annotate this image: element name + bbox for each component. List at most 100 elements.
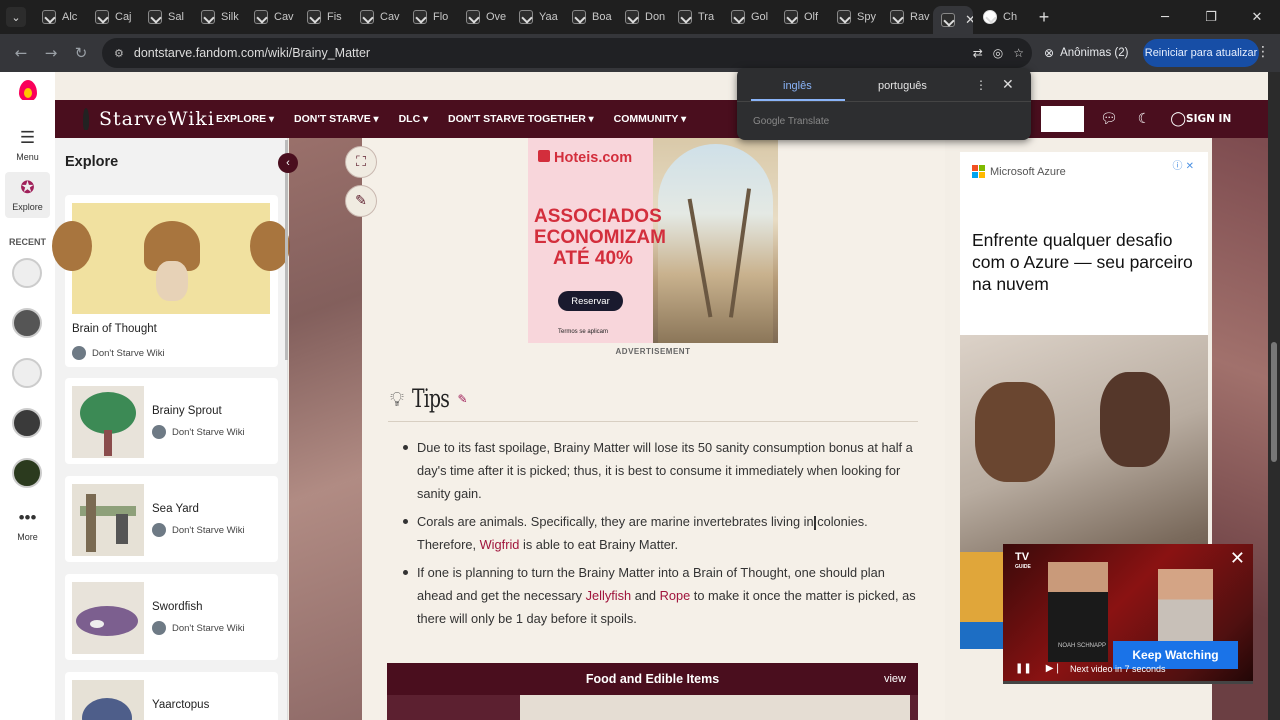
browser-tab[interactable]: Ove — [456, 3, 509, 31]
browser-tab[interactable]: Caj — [85, 3, 138, 31]
tab-target-language[interactable]: português — [878, 80, 927, 92]
video-player[interactable]: TV GUIDE ✕ NOAH SCHNAPP Keep Watching ❚❚ … — [1003, 544, 1253, 684]
ad-info-icon[interactable]: ⓘ ✕ — [1172, 157, 1194, 172]
incognito-profile[interactable]: ⊗ Anônimas (2) — [1044, 41, 1128, 65]
recent-wiki-icon[interactable] — [12, 258, 42, 288]
browser-tab[interactable]: Silk — [191, 3, 244, 31]
tab-favicon-icon — [837, 10, 851, 24]
collapse-panel-button[interactable]: ‹ — [278, 153, 298, 173]
discussions-icon[interactable]: 💬︎ — [1100, 111, 1118, 127]
browser-tab[interactable]: Rav — [880, 3, 933, 31]
explore-scrollbar[interactable] — [285, 140, 288, 360]
browser-tab[interactable]: Sal — [138, 3, 191, 31]
wigfrid-link[interactable]: Wigfrid — [480, 537, 520, 552]
tab-favicon-icon — [941, 13, 955, 27]
page-background-art — [289, 138, 362, 720]
nav-dont-starve[interactable]: DON'T STARVE — [294, 113, 379, 125]
rope-link[interactable]: Rope — [660, 588, 691, 603]
nav-dlc[interactable]: DLC — [399, 113, 428, 125]
edit-section-icon[interactable]: ✎ — [458, 392, 468, 406]
fullscreen-button[interactable]: ⛶ — [345, 146, 377, 178]
tab-source-language[interactable]: inglês — [783, 80, 812, 92]
browser-tab[interactable]: Boa — [562, 3, 615, 31]
recent-wiki-icon[interactable] — [12, 358, 42, 388]
reload-icon[interactable]: ↻ — [66, 44, 96, 62]
tab-label: Fis — [327, 11, 342, 23]
browser-menu-icon[interactable]: ⋮ — [1256, 44, 1270, 60]
scrollbar-thumb[interactable] — [1271, 342, 1277, 462]
explore-button[interactable]: ✪ Explore — [5, 172, 50, 218]
wiki-logo[interactable]: StarveWiki — [55, 100, 214, 138]
translate-options-icon[interactable]: ⋮ — [975, 78, 987, 92]
browser-tab[interactable]: Fis — [297, 3, 350, 31]
yaarctopus-body — [82, 698, 132, 720]
recent-wiki-icon[interactable] — [12, 308, 42, 338]
translate-icon[interactable]: ⇄ — [973, 46, 983, 60]
edit-button[interactable]: ✎ — [345, 185, 377, 217]
browser-tab[interactable]: Alc — [32, 3, 85, 31]
browser-tab[interactable]: Ch — [973, 3, 1026, 31]
tips-heading-text: Tips — [412, 384, 450, 413]
navbox-view-link[interactable]: view — [884, 673, 906, 685]
tab-favicon-icon — [413, 10, 427, 24]
close-window-button[interactable]: ✕ — [1234, 0, 1280, 34]
pause-icon[interactable]: ❚❚ — [1015, 663, 1032, 674]
wiki-logo-text: StarveWiki — [99, 108, 215, 130]
tab-search-button[interactable]: ⌄ — [6, 7, 26, 27]
browser-tab[interactable]: Olf — [774, 3, 827, 31]
forward-icon[interactable]: → — [36, 44, 66, 62]
tab-label: Yaa — [539, 11, 558, 23]
tab-label: Gol — [751, 11, 769, 23]
restart-update-button[interactable]: Reiniciar para atualizar — [1143, 39, 1259, 67]
tab-favicon-icon — [890, 10, 904, 24]
close-video-icon[interactable]: ✕ — [1230, 548, 1245, 569]
browser-tab[interactable]: Don — [615, 3, 668, 31]
close-tab-icon[interactable]: ✕ — [965, 12, 973, 28]
ad-terms: Termos se aplicam — [558, 329, 609, 335]
explore-card[interactable]: Brainy Sprout Don't Starve Wiki — [65, 378, 278, 464]
browser-tab[interactable]: ✕ — [933, 6, 973, 34]
eye-off-icon[interactable]: ◎ — [993, 46, 1003, 60]
user-icon: ◯ — [1170, 111, 1187, 127]
translate-popup: inglês português ⋮ ✕ Google Translate — [737, 68, 1031, 140]
address-bar[interactable]: ⚙ dontstarve.fandom.com/wiki/Brainy_Matt… — [102, 38, 1032, 68]
video-progress-bar[interactable] — [1003, 681, 1253, 684]
menu-button[interactable]: ☰ Menu — [0, 128, 55, 162]
explore-card[interactable]: Yaarctopus — [65, 672, 278, 720]
reservar-button[interactable]: Reservar — [558, 291, 623, 311]
back-icon[interactable]: ← — [6, 44, 36, 62]
browser-tab[interactable]: Tra — [668, 3, 721, 31]
maximize-button[interactable]: ❐ — [1188, 0, 1234, 34]
browser-tab[interactable]: Flo — [403, 3, 456, 31]
recent-wiki-icon[interactable] — [12, 458, 42, 488]
browser-tab[interactable]: Cav — [244, 3, 297, 31]
explore-card[interactable]: Sea Yard Don't Starve Wiki — [65, 476, 278, 562]
nav-community[interactable]: COMMUNITY — [614, 113, 687, 125]
tab-favicon-icon — [307, 10, 321, 24]
minimize-button[interactable]: ─ — [1142, 0, 1188, 34]
browser-tab[interactable]: Cav — [350, 3, 403, 31]
page-scrollbar[interactable] — [1268, 72, 1280, 720]
nav-explore[interactable]: EXPLORE — [216, 113, 274, 125]
incognito-icon: ⊗ — [1044, 46, 1055, 60]
explore-card[interactable]: Brain of Thought Don't Starve Wiki — [52, 195, 290, 367]
wiki-search-input[interactable] — [1041, 106, 1084, 132]
sign-in-button[interactable]: ◯ SIGN IN — [1170, 111, 1231, 127]
jellyfish-link[interactable]: Jellyfish — [586, 588, 632, 603]
more-button[interactable]: ••• More — [0, 508, 55, 542]
site-info-icon[interactable]: ⚙ — [114, 47, 124, 60]
microsoft-logo-icon — [972, 165, 985, 178]
hotel-advertisement[interactable]: Hoteis.com ASSOCIADOS ECONOMIZAM ATÉ 40%… — [528, 138, 778, 343]
new-tab-button[interactable]: + — [1034, 7, 1054, 28]
dark-mode-icon[interactable]: ☾ — [1138, 111, 1151, 127]
ad-brand-label: Hoteis.com — [554, 150, 633, 166]
browser-tab[interactable]: Spy — [827, 3, 880, 31]
nav-dont-starve-together[interactable]: DON'T STARVE TOGETHER — [448, 113, 594, 125]
skip-next-icon[interactable]: ▶❘ — [1046, 663, 1062, 674]
bookmark-star-icon[interactable]: ☆ — [1013, 46, 1024, 60]
browser-tab[interactable]: Yaa — [509, 3, 562, 31]
browser-tab[interactable]: Gol — [721, 3, 774, 31]
explore-card[interactable]: Swordfish Don't Starve Wiki — [65, 574, 278, 660]
close-icon[interactable]: ✕ — [1002, 77, 1014, 93]
recent-wiki-icon[interactable] — [12, 408, 42, 438]
